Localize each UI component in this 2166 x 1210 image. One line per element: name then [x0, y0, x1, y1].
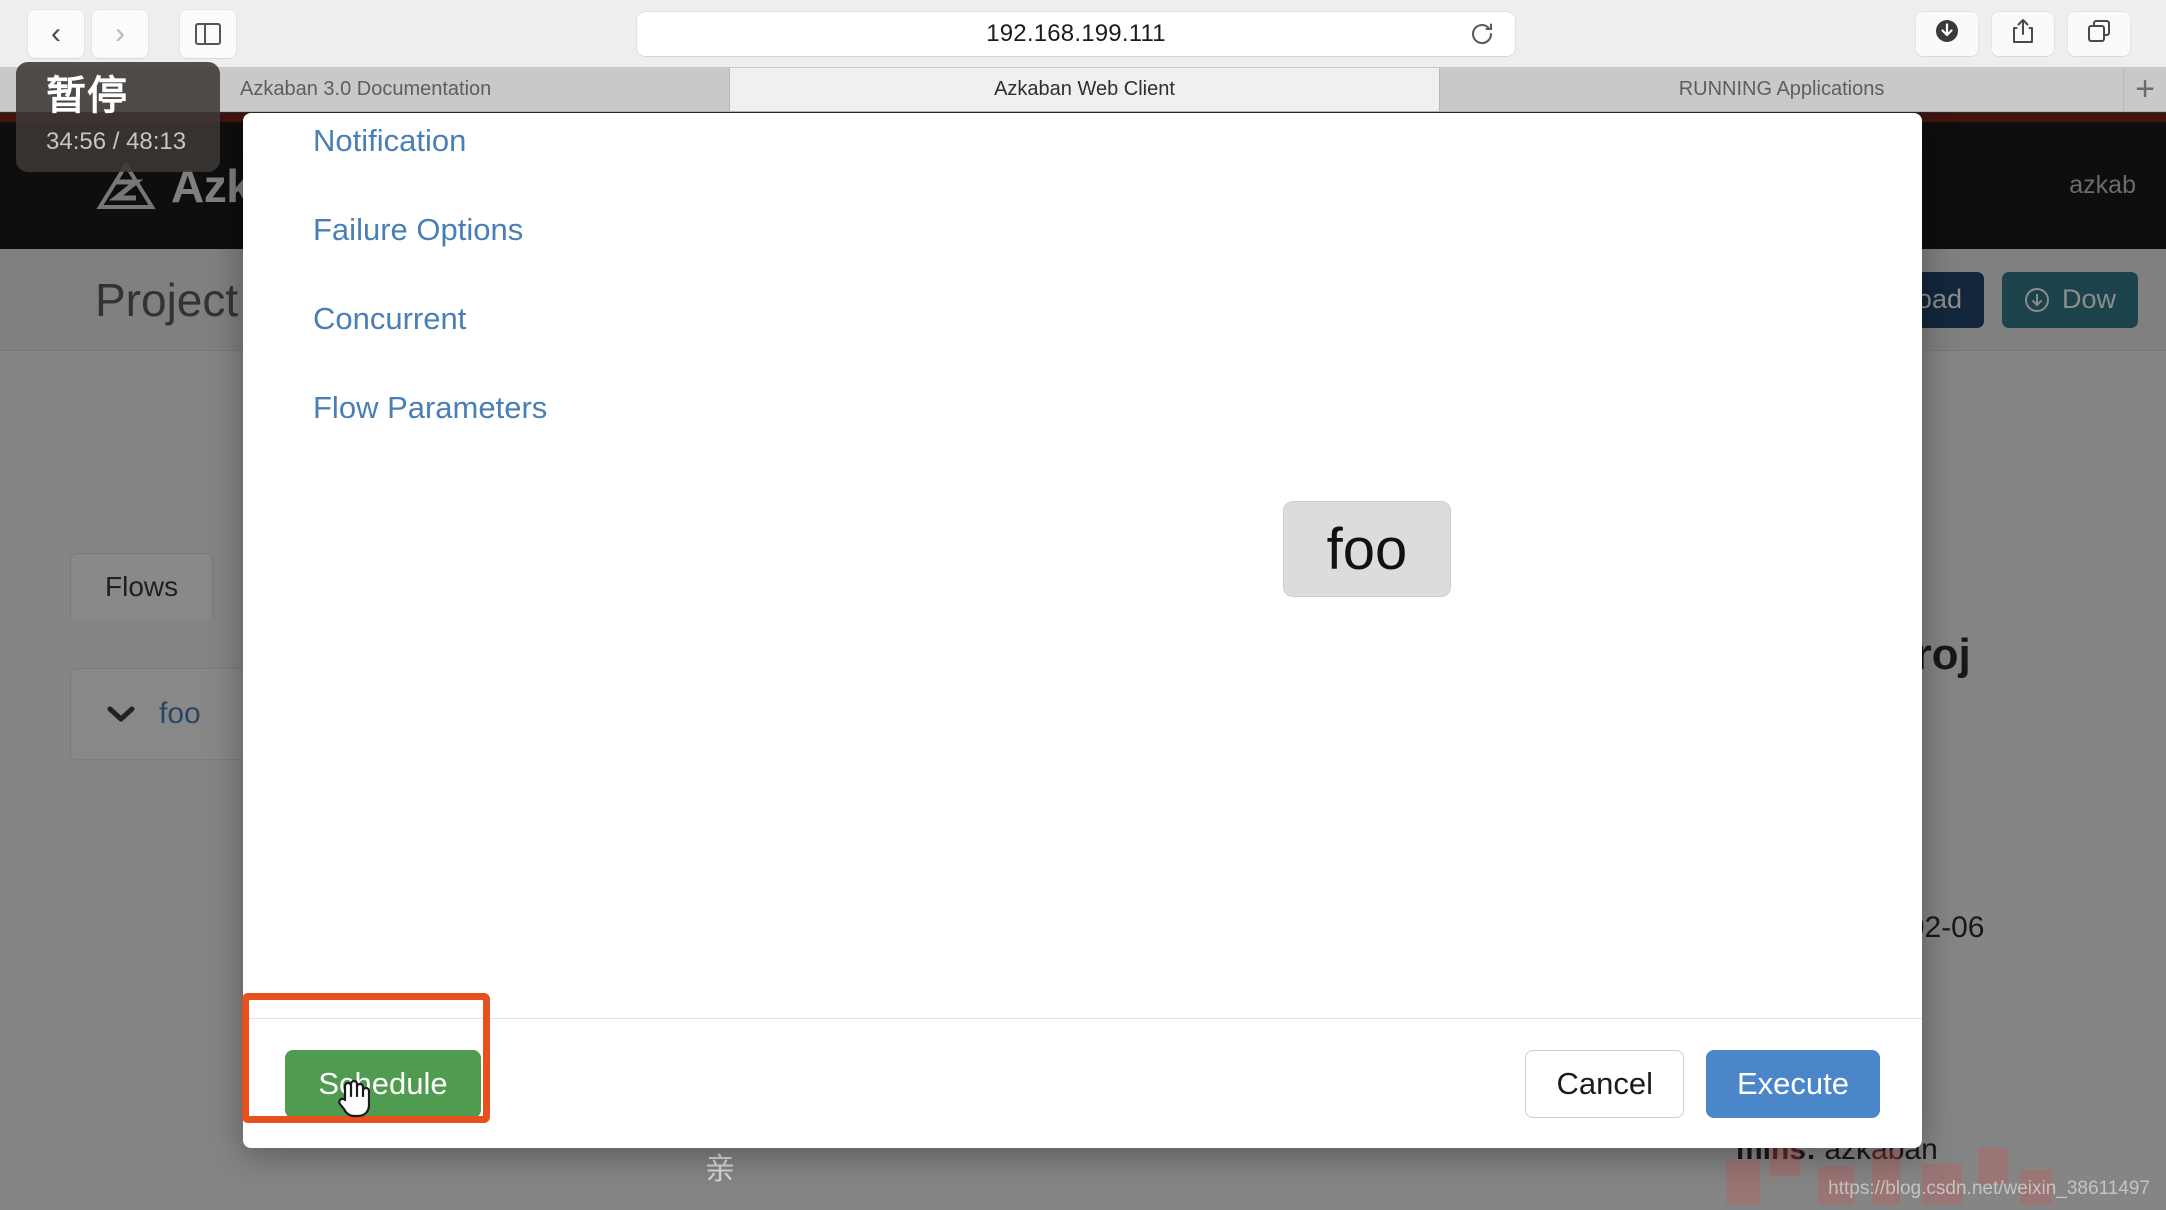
page-title: Project F — [95, 273, 280, 326]
menu-item-notification[interactable]: Notification — [313, 123, 547, 159]
downloads-icon — [1934, 18, 1960, 49]
tab-azkaban-web-client-label: Azkaban Web Client — [994, 78, 1175, 100]
tab-azkaban-documentation-label: Azkaban 3.0 Documentation — [240, 78, 492, 100]
tab-running-applications[interactable]: RUNNING Applications — [1440, 68, 2124, 111]
back-button[interactable]: ‹ — [28, 9, 84, 58]
navbar-user[interactable]: azkab — [2069, 171, 2166, 200]
menu-item-flow-parameters[interactable]: Flow Parameters — [313, 390, 547, 426]
modal-footer: Schedule Cancel Execute — [243, 1018, 1922, 1148]
player-time-label: 34:56 / 48:13 — [46, 128, 187, 155]
downloads-button[interactable] — [1916, 11, 1978, 56]
flow-name: foo — [159, 697, 201, 730]
forward-button[interactable]: › — [92, 9, 148, 58]
reload-icon[interactable] — [1469, 21, 1495, 47]
tab-flows-label: Flows — [105, 570, 179, 602]
download-arrow-icon — [2024, 287, 2050, 313]
chevron-right-icon: › — [115, 16, 125, 50]
sidebar-toggle-button[interactable] — [180, 9, 236, 58]
tab-overview-button[interactable] — [2068, 11, 2130, 56]
modal-body: Notification Failure Options Concurrent … — [243, 113, 1922, 1018]
tab-azkaban-web-client[interactable]: Azkaban Web Client — [730, 68, 1440, 111]
screenshot-root: Azk 0.1.0- SNAPS azkab Project F Upload — [0, 0, 2166, 1210]
watermark-text: https://blog.csdn.net/weixin_38611497 — [1828, 1178, 2150, 1199]
modal-footer-right: Cancel Execute — [1525, 1049, 1880, 1118]
execute-button[interactable]: Execute — [1705, 1049, 1880, 1118]
address-bar[interactable]: 192.168.199.111 — [637, 11, 1515, 56]
plus-icon: + — [2135, 70, 2155, 108]
chevron-left-icon: ‹ — [51, 16, 61, 50]
download-label: Dow — [2061, 284, 2116, 314]
cancel-button[interactable]: Cancel — [1525, 1049, 1684, 1118]
modal-menu: Notification Failure Options Concurrent … — [313, 123, 547, 479]
tab-overview-icon — [2086, 18, 2112, 49]
flow-graph-node[interactable]: foo — [1283, 501, 1451, 597]
share-icon — [2010, 17, 2036, 50]
address-bar-wrap: 192.168.199.111 — [236, 11, 1916, 56]
schedule-button[interactable]: Schedule — [285, 1049, 481, 1118]
address-bar-url: 192.168.199.111 — [986, 19, 1166, 47]
sidebar-toggle-icon — [195, 22, 221, 45]
player-pause-overlay: 暂停 34:56 / 48:13 — [16, 62, 220, 172]
menu-item-concurrent[interactable]: Concurrent — [313, 301, 547, 337]
browser-nav-group: ‹ › — [0, 9, 236, 58]
chevron-down-icon — [107, 705, 135, 723]
share-button[interactable] — [1992, 11, 2054, 56]
tab-running-applications-label: RUNNING Applications — [1678, 78, 1885, 100]
page-caption: 亲 — [705, 1153, 735, 1186]
browser-tab-bar: Azkaban 3.0 Documentation Azkaban Web Cl… — [0, 68, 2166, 112]
tab-flows[interactable]: Flows — [70, 553, 214, 619]
player-state-label: 暂停 — [46, 74, 128, 118]
browser-tool-group — [1916, 11, 2166, 56]
execute-flow-modal: Notification Failure Options Concurrent … — [243, 113, 1922, 1148]
menu-item-failure-options[interactable]: Failure Options — [313, 212, 547, 248]
new-tab-button[interactable]: + — [2124, 68, 2166, 111]
browser-toolbar: ‹ › 192.168.199.111 — [0, 0, 2166, 68]
download-button[interactable]: Dow — [2001, 271, 2138, 328]
